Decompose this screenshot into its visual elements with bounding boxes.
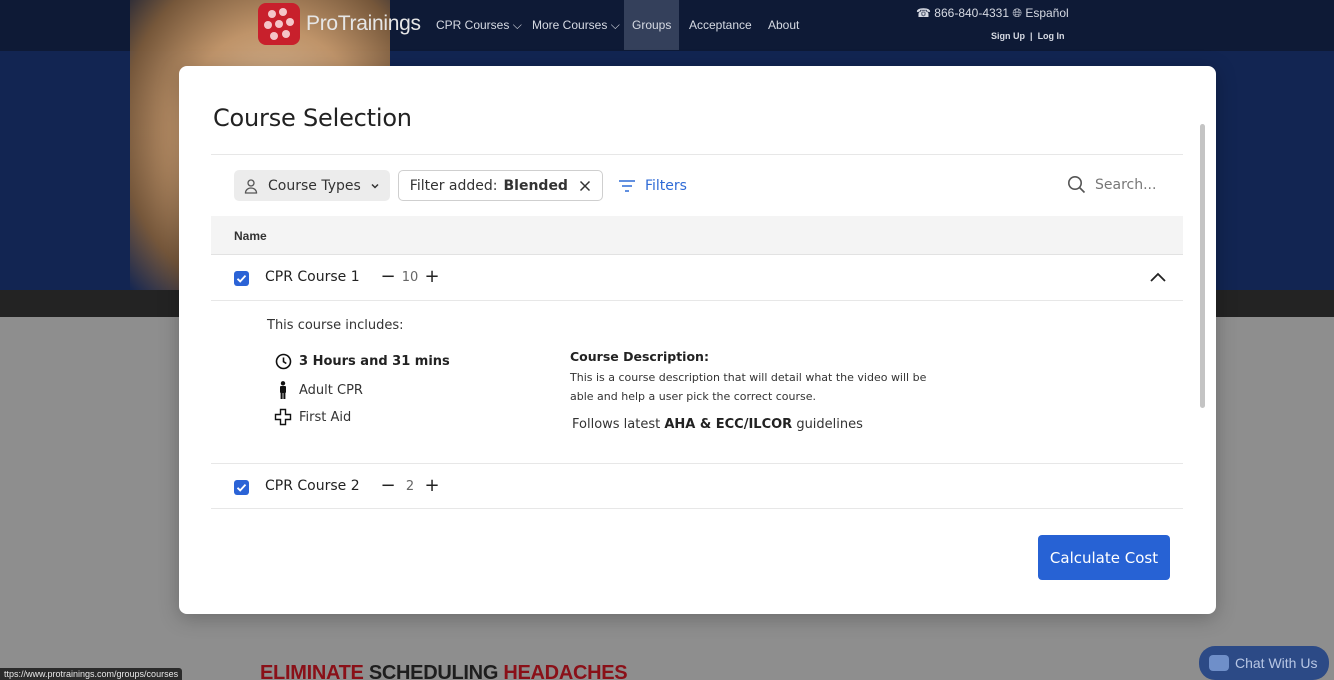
auth-links: Sign Up | Log In — [991, 31, 1065, 41]
log-in-link[interactable]: Log In — [1038, 31, 1065, 41]
checkmark-icon — [236, 483, 247, 492]
modal-scrollbar[interactable] — [1200, 124, 1205, 408]
search-icon — [1068, 176, 1086, 194]
course-types-dropdown[interactable]: Course Types — [234, 170, 390, 201]
filters-label: Filters — [644, 177, 687, 194]
chevron-down-icon — [371, 183, 379, 189]
increment-button[interactable]: + — [424, 476, 439, 496]
divider — [211, 154, 1183, 155]
course-types-label: Course Types — [268, 177, 361, 194]
nav-more-courses[interactable]: More Courses ⌵ — [524, 0, 628, 50]
status-bar-url: ttps://www.protrainings.com/groups/cours… — [0, 668, 183, 680]
quantity-stepper: − 2 + — [380, 476, 439, 496]
site-logo[interactable]: ProTrainings — [258, 3, 421, 45]
chat-with-us-button[interactable]: Chat With Us — [1199, 646, 1329, 680]
logo-text: ProTrainings — [306, 12, 421, 35]
description-title: Course Description: — [570, 349, 709, 364]
person-icon — [244, 178, 258, 194]
cross-icon — [274, 408, 292, 426]
description-body: This is a course description that will d… — [570, 371, 927, 403]
quantity-stepper: − 10 + — [380, 267, 439, 287]
filter-lines-icon — [618, 179, 635, 192]
quantity-value[interactable]: 2 — [395, 479, 425, 494]
filters-button[interactable]: Filters — [618, 178, 687, 194]
phone-icon: ☎ — [916, 6, 931, 20]
sign-up-link[interactable]: Sign Up — [991, 31, 1025, 41]
feature-text: Adult CPR — [299, 382, 363, 398]
search-field[interactable]: Search... — [1067, 175, 1156, 194]
includes-label: This course includes: — [267, 318, 404, 333]
chat-label: Chat With Us — [1235, 655, 1318, 671]
logo-mark-icon — [258, 3, 300, 45]
feature-adult-cpr: Adult CPR — [274, 381, 363, 399]
chat-bubble-icon — [1209, 655, 1229, 671]
course-checkbox[interactable] — [234, 480, 249, 495]
course-name: CPR Course 2 — [265, 478, 360, 494]
table-row: CPR Course 2 − 2 + — [211, 463, 1183, 509]
course-selection-modal: Course Selection Course Types Filter add… — [179, 66, 1216, 614]
decrement-button[interactable]: − — [380, 267, 395, 287]
table-row: CPR Course 1 − 10 + — [211, 255, 1183, 301]
feature-first-aid: First Aid — [274, 408, 351, 426]
duration-item: 3 Hours and 31 mins — [274, 353, 450, 370]
increment-button[interactable]: + — [424, 267, 439, 287]
modal-title: Course Selection — [213, 104, 412, 132]
table-header: Name — [211, 216, 1183, 255]
auth-separator: | — [1030, 31, 1033, 41]
filter-value: Blended — [503, 177, 568, 194]
filter-prefix: Filter added: — [409, 177, 498, 194]
calculate-cost-button[interactable]: Calculate Cost — [1038, 535, 1170, 580]
nav-acceptance[interactable]: Acceptance — [681, 0, 760, 50]
language-link[interactable]: Español — [1025, 6, 1068, 20]
feature-text: First Aid — [299, 409, 352, 425]
guidelines-text: Follows latest AHA & ECC/ILCOR guideline… — [572, 417, 863, 432]
chevron-up-icon[interactable] — [1149, 269, 1167, 287]
filter-toolbar: Course Types Filter added: Blended Filte… — [234, 170, 687, 201]
column-name-header: Name — [234, 229, 267, 243]
quantity-value[interactable]: 10 — [395, 270, 425, 285]
checkmark-icon — [236, 274, 247, 283]
nav-about[interactable]: About — [760, 0, 807, 50]
globe-icon: 🌐︎ — [1012, 6, 1022, 20]
course-details-panel: This course includes: 3 Hours and 31 min… — [211, 301, 1183, 463]
duration-text: 3 Hours and 31 mins — [299, 354, 450, 369]
phone-number[interactable]: 866-840-4331 — [934, 6, 1009, 20]
nav-groups[interactable]: Groups — [624, 0, 680, 50]
course-checkbox[interactable] — [234, 271, 249, 286]
decrement-button[interactable]: − — [380, 476, 395, 496]
course-name: CPR Course 1 — [265, 269, 360, 285]
contact-bar: ☎ 866-840-4331 🌐︎ Español — [916, 6, 1069, 21]
search-input[interactable]: Search... — [1095, 177, 1156, 193]
filter-chip-blended: Filter added: Blended — [397, 170, 603, 201]
nav-cpr-courses[interactable]: CPR Courses ⌵ — [428, 0, 530, 50]
person-standing-icon — [280, 381, 286, 399]
clock-icon — [275, 353, 291, 370]
section-headline: ELIMINATE SCHEDULING HEADACHES — [260, 662, 628, 680]
close-icon[interactable] — [578, 179, 592, 193]
